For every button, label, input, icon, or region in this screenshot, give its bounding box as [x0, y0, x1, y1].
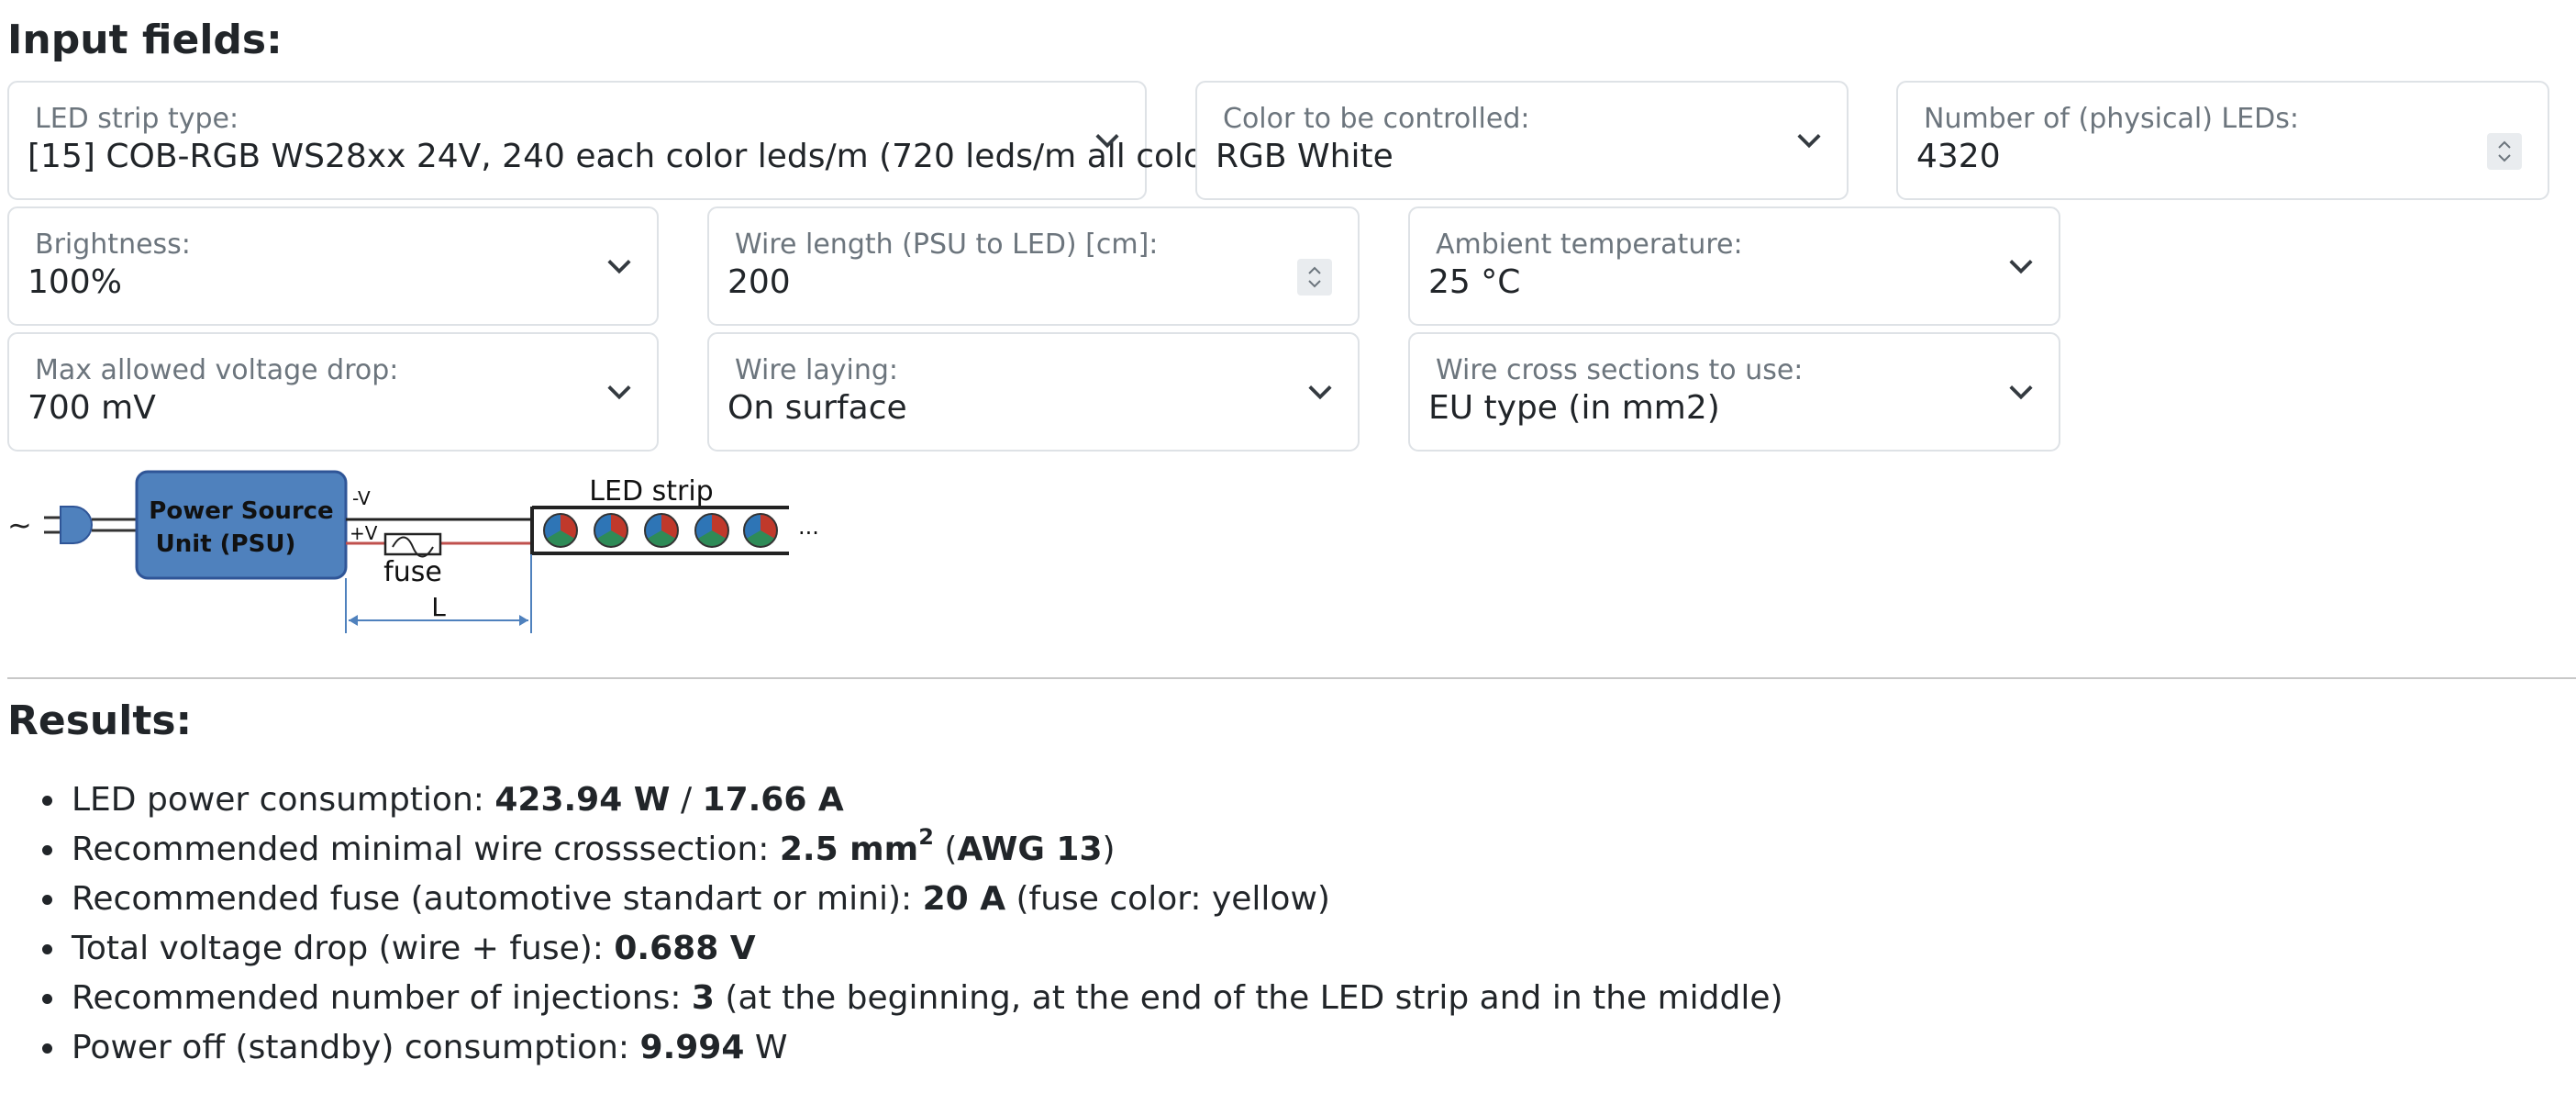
results-heading: Results:: [7, 697, 193, 744]
number-spinner[interactable]: [1297, 259, 1332, 296]
color-value: RGB White: [1216, 138, 1393, 175]
wire-length-input[interactable]: Wire length (PSU to LED) [cm]: 200: [707, 206, 1360, 326]
chevron-down-icon: [1095, 134, 1119, 149]
drop-value: 0.688 V: [614, 930, 756, 967]
psu-box: [135, 470, 348, 580]
wire-value: 2.5 mm2: [779, 824, 934, 868]
led-count-value: 4320: [1916, 138, 2001, 175]
length-label: L: [431, 592, 446, 622]
ambient-temp-value: 25 °C: [1428, 263, 1521, 301]
fuse-icon: [383, 532, 442, 558]
wire-length-value: 200: [727, 263, 791, 301]
inputs-heading: Input fields:: [7, 17, 283, 63]
voltage-drop-select[interactable]: Max allowed voltage drop: 700 mV: [7, 332, 659, 452]
result-wire: Recommended minimal wire crosssection: 2…: [37, 825, 1783, 875]
injections-value: 3: [691, 979, 715, 1017]
strip-continues: ...: [798, 514, 819, 540]
cross-sections-value: EU type (in mm2): [1428, 389, 1720, 427]
result-power: LED power consumption: 423.94 W / 17.66 …: [37, 775, 1783, 825]
color-select[interactable]: Color to be controlled: RGB White: [1195, 81, 1849, 200]
chevron-down-icon: [2009, 260, 2033, 274]
pos-terminal: +V: [350, 522, 378, 544]
brightness-value: 100%: [28, 263, 122, 301]
wire-length-label: Wire length (PSU to LED) [cm]:: [735, 229, 1159, 261]
ac-tilde: ~: [7, 507, 32, 542]
rgb-led-icon: [743, 513, 778, 548]
fuse-value: 20 A: [922, 880, 1006, 918]
spinner-arrows-icon: [2498, 140, 2511, 162]
wire-laying-label: Wire laying:: [735, 354, 898, 386]
neg-terminal: -V: [352, 487, 371, 509]
brightness-label: Brightness:: [35, 229, 191, 261]
wire-awg: AWG 13: [957, 831, 1103, 868]
strip-type-select[interactable]: LED strip type: [15] COB-RGB WS28xx 24V,…: [7, 81, 1248, 200]
spinner-arrows-icon: [1308, 266, 1321, 288]
rgb-led-icon: [694, 513, 729, 548]
psu-label-line1: Power Source: [149, 497, 333, 525]
brightness-select[interactable]: Brightness: 100%: [7, 206, 659, 326]
plug-icon: [44, 506, 138, 544]
standby-value: 9.994: [639, 1029, 745, 1066]
number-spinner[interactable]: [2487, 133, 2522, 170]
wire-laying-select[interactable]: Wire laying: On surface: [707, 332, 1360, 452]
strip-type-label: LED strip type:: [35, 103, 239, 135]
result-voltage-drop: Total voltage drop (wire + fuse): 0.688 …: [37, 924, 1783, 974]
cross-sections-label: Wire cross sections to use:: [1436, 354, 1804, 386]
chevron-down-icon: [2009, 385, 2033, 400]
power-amps: 17.66 A: [702, 781, 844, 819]
power-watts: 423.94 W: [494, 781, 671, 819]
rgb-led-icon: [644, 513, 679, 548]
voltage-drop-value: 700 mV: [28, 389, 156, 427]
result-standby: Power off (standby) consumption: 9.994 W: [37, 1023, 1783, 1073]
ambient-temp-select[interactable]: Ambient temperature: 25 °C: [1408, 206, 2060, 326]
led-count-input[interactable]: Number of (physical) LEDs: 4320: [1896, 81, 2549, 200]
wire-laying-value: On surface: [727, 389, 907, 427]
led-count-label: Number of (physical) LEDs:: [1924, 103, 2299, 135]
result-fuse: Recommended fuse (automotive standart or…: [37, 875, 1783, 924]
strip-type-value: [15] COB-RGB WS28xx 24V, 240 each color …: [28, 138, 1248, 175]
results-list: LED power consumption: 423.94 W / 17.66 …: [37, 775, 1783, 1073]
color-label: Color to be controlled:: [1223, 103, 1530, 135]
wiring-diagram: ~ Power Source Unit (PSU) -V +V fuse L L…: [7, 470, 819, 633]
section-divider: [7, 677, 2576, 679]
psu-label-line2: Unit (PSU): [156, 530, 296, 558]
chevron-down-icon: [1308, 385, 1332, 400]
strip-label: LED strip: [589, 475, 713, 507]
rgb-led-icon: [594, 513, 628, 548]
fuse-label: fuse: [383, 556, 442, 588]
chevron-down-icon: [607, 385, 631, 400]
cross-sections-select[interactable]: Wire cross sections to use: EU type (in …: [1408, 332, 2060, 452]
voltage-drop-label: Max allowed voltage drop:: [35, 354, 399, 386]
chevron-down-icon: [607, 260, 631, 274]
ambient-temp-label: Ambient temperature:: [1436, 229, 1743, 261]
chevron-down-icon: [1797, 134, 1821, 149]
rgb-led-icon: [543, 513, 578, 548]
result-injections: Recommended number of injections: 3 (at …: [37, 974, 1783, 1023]
